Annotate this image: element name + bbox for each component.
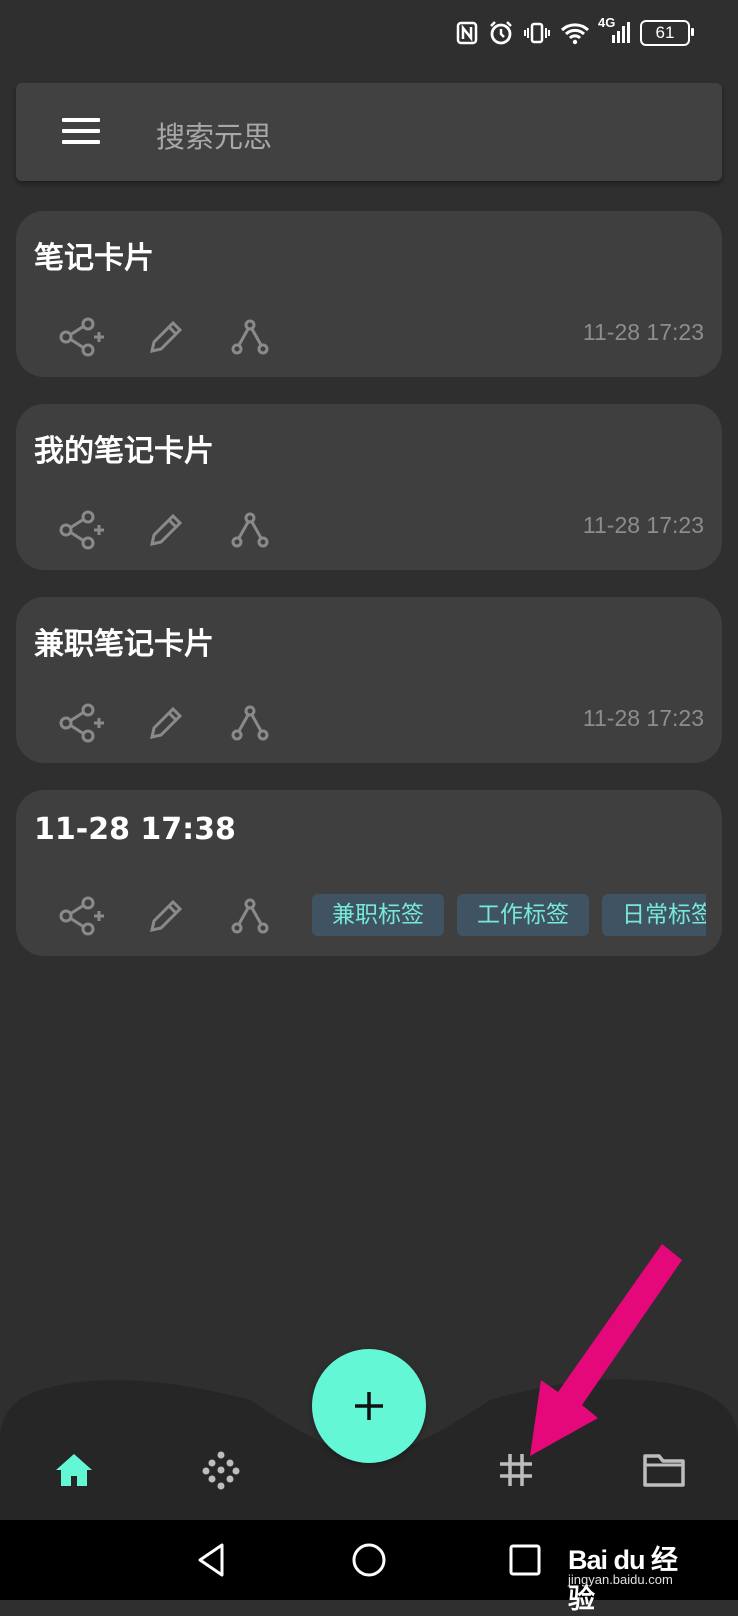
watermark-url: jingyan.baidu.com (568, 1572, 673, 1587)
card-timestamp: 11-28 17:23 (582, 512, 704, 538)
note-card[interactable]: 我的笔记卡片 11-28 17:23 (16, 404, 722, 570)
note-card[interactable]: 兼职笔记卡片 11-28 17:23 (16, 597, 722, 763)
nav-explore[interactable] (191, 1442, 251, 1498)
card-timestamp: 11-28 17:23 (582, 319, 704, 345)
home-circle-icon (352, 1543, 386, 1577)
back-triangle-icon (198, 1543, 224, 1577)
share-add-icon[interactable] (56, 506, 108, 554)
card-title: 笔记卡片 (34, 241, 154, 276)
add-note-button[interactable] (312, 1349, 426, 1463)
nav-tags[interactable] (486, 1442, 546, 1498)
tag-chip[interactable]: 日常标签 (602, 894, 706, 936)
system-home-button[interactable] (347, 1538, 391, 1582)
note-card[interactable]: 笔记卡片 11-28 17:23 (16, 211, 722, 377)
plus-icon (355, 1392, 383, 1420)
hashtag-icon (500, 1454, 532, 1486)
edit-pencil-icon[interactable] (140, 313, 192, 361)
share-add-icon[interactable] (56, 892, 108, 940)
status-bar: 4G 61 (0, 0, 738, 72)
home-icon (56, 1454, 92, 1486)
edit-pencil-icon[interactable] (140, 506, 192, 554)
card-title: 我的笔记卡片 (34, 434, 214, 469)
network-type: 4G (598, 15, 616, 30)
alarm-icon (490, 21, 512, 45)
status-icons: 4G 61 (456, 15, 694, 46)
graph-link-icon[interactable] (224, 506, 276, 554)
signal-group: 4G (598, 15, 630, 45)
search-input[interactable]: 搜索元思 (156, 114, 272, 156)
tag-chip[interactable]: 工作标签 (457, 894, 589, 936)
edit-pencil-icon[interactable] (140, 699, 192, 747)
system-back-button[interactable] (190, 1538, 234, 1582)
system-recents-button[interactable] (503, 1538, 547, 1582)
search-bar[interactable]: 搜索元思 (16, 83, 722, 181)
tag-chip[interactable]: 兼职标签 (312, 894, 444, 936)
nfc-icon (456, 21, 478, 45)
card-title: 兼职笔记卡片 (34, 627, 214, 662)
baidu-watermark: Bai du 经验 jingyan.baidu.com (568, 1538, 698, 1614)
battery-indicator: 61 (640, 20, 694, 46)
card-title: 11-28 17:38 (34, 812, 236, 847)
tag-list: 兼职标签 工作标签 日常标签 (312, 894, 706, 938)
note-card[interactable]: 11-28 17:38 兼职标签 工作标签 日常标签 (16, 790, 722, 956)
nav-folders[interactable] (634, 1442, 694, 1498)
recents-square-icon (509, 1544, 541, 1576)
vibrate-icon (524, 22, 550, 44)
folder-icon (643, 1454, 685, 1487)
wifi-icon (560, 23, 590, 45)
dots-grid-icon (202, 1451, 240, 1490)
share-add-icon[interactable] (56, 313, 108, 361)
edit-pencil-icon[interactable] (140, 892, 192, 940)
graph-link-icon[interactable] (224, 699, 276, 747)
hamburger-menu-icon[interactable] (62, 116, 100, 146)
graph-link-icon[interactable] (224, 313, 276, 361)
graph-link-icon[interactable] (224, 892, 276, 940)
share-add-icon[interactable] (56, 699, 108, 747)
card-timestamp: 11-28 17:23 (582, 705, 704, 731)
nav-home[interactable] (44, 1442, 104, 1498)
system-nav-bar: Bai du 经验 jingyan.baidu.com (0, 1520, 738, 1614)
